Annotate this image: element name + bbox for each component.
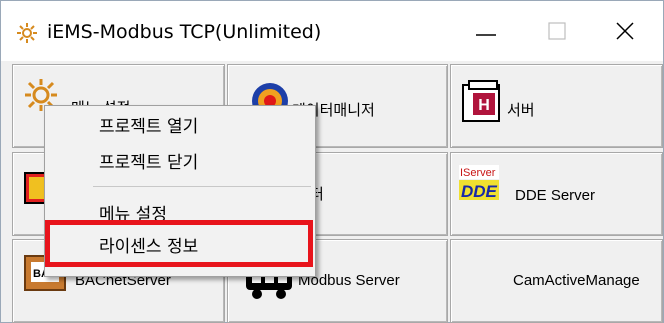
iserver-badge: IServer [460,167,496,179]
app-window: iEMS-Modbus TCP(Unlimited) 메뉴 설정 [0,0,664,323]
close-button[interactable] [593,1,657,61]
menu-item-open-project[interactable]: 프로젝트 열기 [99,112,198,137]
title-bar[interactable]: iEMS-Modbus TCP(Unlimited) [1,1,663,61]
menu-separator [93,186,311,187]
cam-active-manage-button[interactable]: CamActiveManage [450,239,663,323]
dde-badge: DDE [461,182,498,201]
server-label: 서버 [507,102,535,119]
minimize-icon [476,34,496,36]
minimize-button[interactable] [454,1,518,61]
highlight-box [45,220,313,267]
dde-icon: IServer DDE [459,165,499,201]
dde-server-label: DDE Server [515,187,596,204]
gear-sun-icon [17,23,37,43]
close-icon [616,22,634,40]
maximize-button[interactable] [525,1,589,61]
svg-text:H: H [478,97,490,114]
window-title: iEMS-Modbus TCP(Unlimited) [47,21,322,43]
server-tower-icon: H [462,80,500,122]
server-button[interactable]: H 서버 [450,64,663,148]
dde-server-button[interactable]: IServer DDE DDE Server [450,152,663,236]
menu-item-close-project[interactable]: 프로젝트 닫기 [99,148,198,173]
cam-active-manage-label: CamActiveManage [513,272,640,289]
maximize-icon [548,22,566,40]
